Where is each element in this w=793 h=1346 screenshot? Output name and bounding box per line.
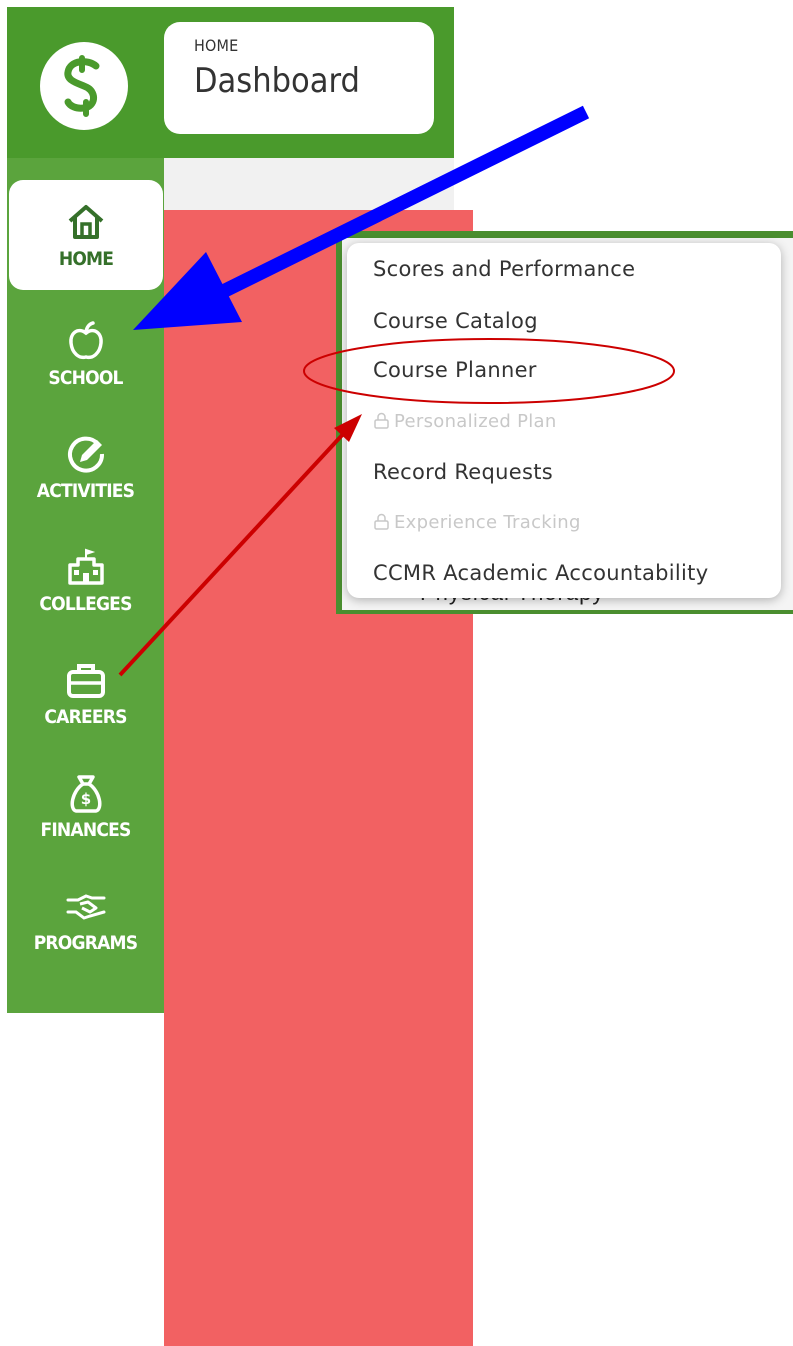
menu-item-label: Experience Tracking — [394, 512, 581, 533]
menu-item-scores-and-performance[interactable]: Scores and Performance — [373, 257, 635, 281]
menu-item-record-requests[interactable]: Record Requests — [373, 460, 553, 484]
lock-icon — [374, 412, 389, 429]
page-title: Dashboard — [194, 61, 360, 101]
menu-item-course-planner[interactable]: Course Planner — [373, 358, 537, 382]
sidebar-item-activities[interactable]: ACTIVITIES — [7, 411, 164, 523]
briefcase-icon — [66, 664, 105, 698]
handshake-icon — [66, 894, 105, 920]
menu-item-experience-tracking: Experience Tracking — [373, 512, 581, 533]
sidebar-item-label: SCHOOL — [48, 367, 123, 389]
college-building-icon — [67, 548, 104, 585]
menu-item-course-catalog[interactable]: Course Catalog — [373, 309, 538, 333]
menu-item-personalized-plan: Personalized Plan — [373, 411, 557, 432]
school-dropdown-menu: Scores and Performance Course Catalog Co… — [347, 243, 781, 598]
sidebar-item-colleges[interactable]: COLLEGES — [7, 524, 164, 636]
sidebar-item-finances[interactable]: $ FINANCES — [7, 750, 164, 862]
pencil-circle-icon — [67, 436, 104, 473]
sidebar-item-careers[interactable]: CAREERS — [7, 637, 164, 749]
sidebar-item-label: CAREERS — [44, 706, 127, 728]
sidebar-item-label: COLLEGES — [39, 593, 132, 615]
home-icon — [68, 205, 104, 239]
menu-item-ccmr-academic-accountability[interactable]: CCMR Academic Accountability — [373, 561, 708, 585]
sidebar-item-home[interactable]: HOME — [9, 180, 163, 290]
lock-icon — [374, 513, 389, 530]
apple-icon — [68, 321, 103, 360]
sidebar-item-label: FINANCES — [40, 819, 131, 841]
sidebar-item-programs[interactable]: PROGRAMS — [7, 863, 164, 975]
money-bag-icon: $ — [69, 775, 102, 813]
breadcrumb: HOME — [194, 36, 239, 55]
sidebar-item-label: ACTIVITIES — [36, 480, 135, 502]
svg-text:$: $ — [80, 790, 90, 808]
sidebar-item-label: PROGRAMS — [33, 932, 138, 954]
app-logo-icon[interactable] — [38, 40, 130, 132]
sidebar-nav: HOME SCHOOL ACTIVITIES COLLEGES CAREERS … — [7, 158, 164, 1013]
sidebar-item-school[interactable]: SCHOOL — [7, 298, 164, 410]
page-header-card: HOME Dashboard — [164, 22, 434, 134]
menu-item-label: Personalized Plan — [394, 411, 557, 432]
sidebar-item-label: HOME — [58, 248, 114, 270]
